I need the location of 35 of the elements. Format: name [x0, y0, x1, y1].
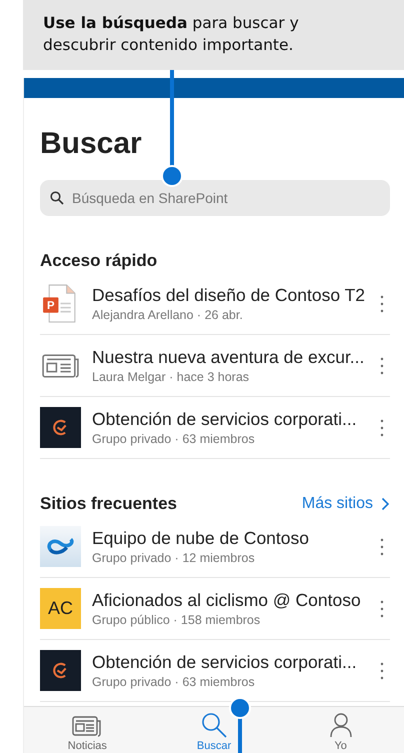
item-title[interactable]: Aficionados al ciclismo @ Contoso — [92, 589, 369, 611]
item-subtitle: Grupo privado · 63 miembros — [92, 674, 256, 690]
more-options-icon[interactable] — [380, 662, 384, 680]
item-subtitle: Grupo público · 158 miembros — [92, 612, 262, 628]
item-subtitle: Alejandra Arellano · 26 abr. — [92, 307, 244, 323]
tab-bar-item[interactable]: Buscar — [150, 707, 278, 753]
item-subtitle: Laura Melgar · hace 3 horas — [92, 369, 250, 385]
search-field[interactable]: Búsqueda en SharePoint — [40, 180, 390, 216]
item-title[interactable]: Nuestra nueva aventura de excur... — [92, 346, 369, 368]
more-options-icon[interactable] — [380, 600, 384, 618]
cloud-logo-icon — [40, 526, 81, 567]
item-subtitle: Grupo privado · 12 miembros — [92, 550, 256, 566]
callout-text: Use la búsqueda para buscar y descubrir contenido importante. — [43, 13, 300, 56]
newspaper-icon — [72, 716, 102, 738]
page-title: Buscar — [40, 126, 143, 162]
chevron-icon — [381, 497, 390, 511]
more-options-icon[interactable] — [380, 538, 384, 556]
more-options-icon[interactable] — [380, 356, 384, 374]
item-title[interactable]: Equipo de nube de Contoso — [92, 527, 369, 549]
person-icon — [330, 712, 352, 738]
section-heading: Sitios frecuentes — [40, 494, 177, 514]
site-logo-icon — [40, 650, 81, 691]
tab-bar-item[interactable]: Noticias — [24, 707, 151, 753]
item-title[interactable]: Obtención de servicios corporati... — [92, 651, 369, 673]
more-options-icon[interactable] — [380, 418, 384, 436]
more-sites-link[interactable]: Más sitios — [302, 495, 390, 513]
item-title[interactable]: Obtención de servicios corporati... — [92, 408, 369, 430]
tab-bar-item[interactable]: Yo — [277, 707, 404, 753]
site-initials: AC — [40, 588, 81, 629]
more-options-icon[interactable] — [380, 294, 384, 312]
site-logo-icon — [40, 407, 81, 448]
item-subtitle: Grupo privado · 63 miembros — [92, 431, 256, 447]
item-title[interactable]: Desafíos del diseño de Contoso T2 — [92, 284, 369, 306]
section-heading: Acceso rápido — [40, 251, 158, 271]
search-icon — [201, 712, 227, 738]
